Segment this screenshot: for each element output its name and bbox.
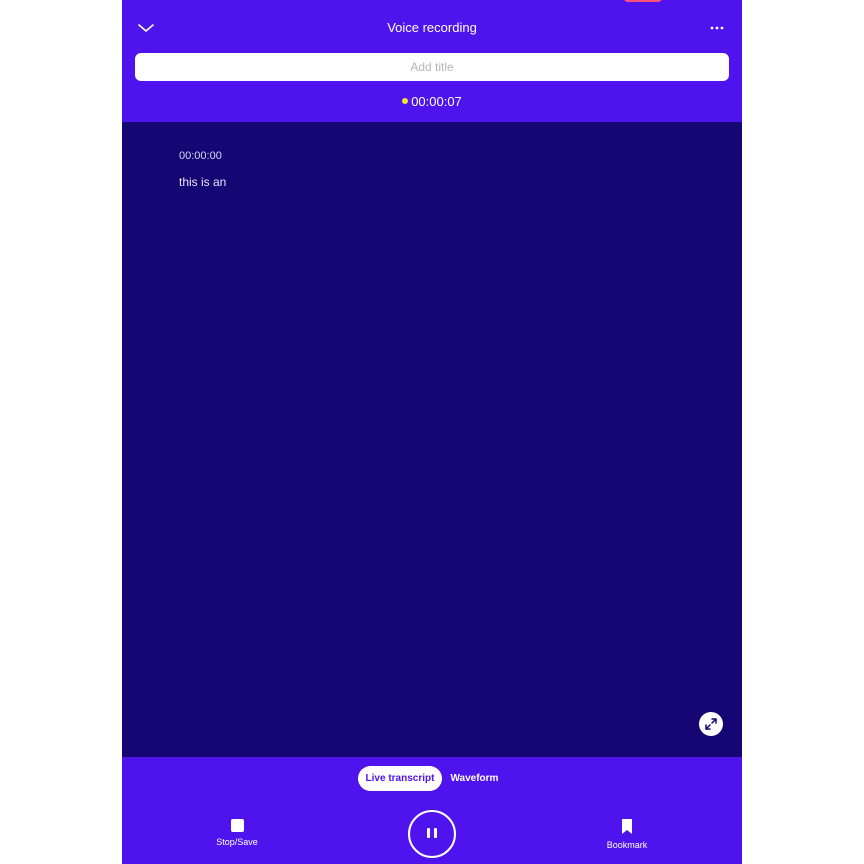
pause-icon-bar bbox=[434, 828, 437, 838]
more-horizontal-icon[interactable] bbox=[706, 18, 728, 38]
voice-recording-screen: Voice recording 00:00:07 00:00:00 this i… bbox=[122, 0, 742, 864]
recording-timer: 00:00:07 bbox=[122, 94, 742, 109]
header: Voice recording 00:00:07 bbox=[122, 0, 742, 122]
stop-save-button[interactable]: Stop/Save bbox=[202, 819, 272, 847]
view-toggle: Live transcript Waveform bbox=[122, 766, 742, 791]
transcript-text: this is an bbox=[179, 175, 227, 189]
bookmark-button[interactable]: Bookmark bbox=[592, 818, 662, 850]
elapsed-time: 00:00:07 bbox=[411, 94, 462, 109]
tab-live-transcript[interactable]: Live transcript bbox=[357, 766, 443, 791]
transcript-panel[interactable]: 00:00:00 this is an bbox=[122, 122, 742, 757]
expand-button[interactable] bbox=[699, 712, 723, 736]
recording-indicator-dot bbox=[402, 97, 409, 104]
bookmark-label: Bookmark bbox=[606, 840, 648, 850]
stop-icon bbox=[230, 819, 244, 832]
pause-button[interactable] bbox=[408, 810, 456, 858]
bottom-controls: Live transcript Waveform Stop/Save Bookma… bbox=[122, 757, 742, 864]
bookmark-icon bbox=[622, 819, 632, 834]
stop-save-label: Stop/Save bbox=[216, 837, 258, 847]
transcript-timestamp: 00:00:00 bbox=[179, 150, 222, 162]
page-title: Voice recording bbox=[387, 20, 477, 35]
title-input[interactable] bbox=[135, 53, 729, 81]
expand-icon bbox=[705, 718, 717, 730]
tab-waveform[interactable]: Waveform bbox=[442, 766, 506, 791]
pause-icon bbox=[427, 828, 430, 838]
